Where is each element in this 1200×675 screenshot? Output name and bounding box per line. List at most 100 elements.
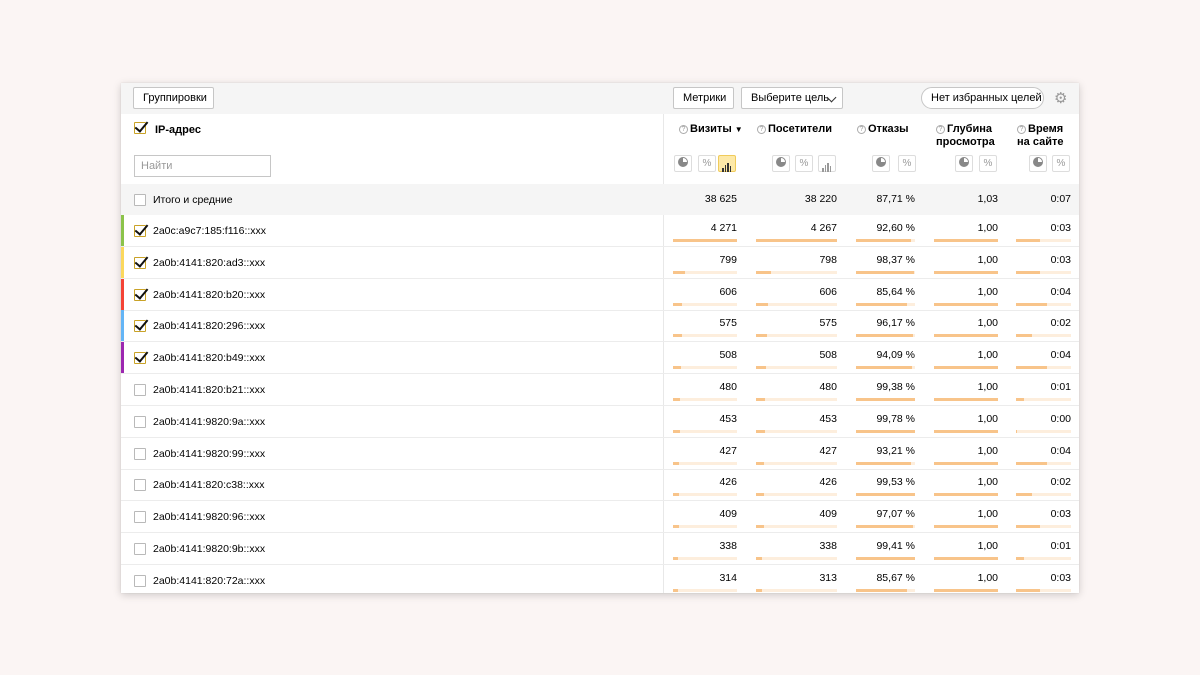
percent-view-button[interactable]: % <box>979 155 997 172</box>
column-header-3[interactable]: ? Глубина просмотра <box>936 123 995 149</box>
totals-checkbox[interactable] <box>134 194 146 206</box>
row-checkbox[interactable] <box>134 543 146 555</box>
column-header-2[interactable]: ? Отказы <box>857 123 909 136</box>
column-header-0[interactable]: ? Визиты ▼ <box>679 123 743 136</box>
help-icon[interactable]: ? <box>936 125 945 134</box>
row-checkbox[interactable] <box>134 320 146 333</box>
row-checkbox[interactable] <box>134 574 146 587</box>
metric-bar-track <box>756 557 837 560</box>
table-row[interactable]: 2a0b:4141:820:b49::xxx 508 508 94,09 % 1,00 0… <box>121 342 1079 375</box>
percent-view-button[interactable]: % <box>698 155 716 172</box>
metric-bar-track <box>673 493 737 497</box>
help-icon[interactable]: ? <box>1017 125 1026 134</box>
bar-chart-icon[interactable] <box>718 155 736 172</box>
pie-chart-icon[interactable] <box>872 155 890 172</box>
metric-value: 99,41 % <box>876 540 915 552</box>
pie-chart-icon[interactable] <box>1029 155 1047 172</box>
metric-bar-track <box>673 366 737 370</box>
metrics-button[interactable]: Метрики <box>673 87 734 109</box>
metric-bar-fill <box>856 239 911 242</box>
search-input[interactable] <box>134 155 271 177</box>
metric-value: 0:03 <box>1050 253 1071 266</box>
row-checkbox[interactable] <box>134 288 146 301</box>
percent-view-button[interactable]: % <box>795 155 813 172</box>
metric-value: 427 <box>819 444 837 457</box>
metric-bar-track <box>856 461 915 465</box>
metric-value: 99,53 % <box>876 476 915 489</box>
gear-icon[interactable]: ⚙ <box>1054 91 1067 106</box>
row-checkbox[interactable] <box>134 447 146 460</box>
row-checkbox[interactable] <box>134 479 146 492</box>
metric-bar-fill <box>856 302 907 306</box>
table-row[interactable]: 2a0b:4141:820:b20::xxx 606 606 85,64 % 1,00 0… <box>121 278 1079 311</box>
metric-bar-fill <box>673 239 737 242</box>
metric-value: 575 <box>819 317 837 330</box>
table-row[interactable]: 2a0b:4141:820:ad3::xxx 799 798 98,37 % 1,00 0… <box>121 246 1079 279</box>
table-row[interactable]: 2a0b:4141:9820:96::xxx 409 409 97,07 % 1,00 0… <box>121 501 1079 534</box>
table-row[interactable]: 2a0b:4141:9820:99::xxx 427 427 93,21 % 1,00 0… <box>121 438 1079 470</box>
metric-value: 1,00 <box>977 571 998 584</box>
metric-bar-fill <box>756 557 762 560</box>
table-row[interactable]: 2a0b:4141:9820:9b::xxx 338 338 99,41 % 1,00 0… <box>121 533 1079 565</box>
metric-bar-fill <box>756 493 764 497</box>
metric-bar-fill <box>934 557 998 560</box>
goal-select[interactable]: Выберите цель <box>741 87 843 109</box>
metric-bar-fill <box>673 334 682 338</box>
row-checkbox[interactable] <box>134 384 146 396</box>
percent-view-button[interactable]: % <box>1052 155 1070 172</box>
metric-bar-fill <box>756 270 771 274</box>
help-icon[interactable]: ? <box>679 125 688 134</box>
row-checkbox[interactable] <box>134 511 146 524</box>
percent-view-button[interactable]: % <box>898 155 916 172</box>
table-row[interactable]: 2a0b:4141:820:296::xxx 575 575 96,17 % 1,00 0… <box>121 310 1079 343</box>
metric-value: 0:04 <box>1050 349 1071 362</box>
favorite-goals-button[interactable]: Нет избранных целей <box>921 87 1044 109</box>
metric-bar-track <box>1016 334 1071 338</box>
metric-bar-track <box>1016 493 1071 497</box>
series-color-stripe <box>121 342 124 374</box>
percent-label: % <box>1056 158 1066 169</box>
dimension-checkbox[interactable] <box>134 122 146 134</box>
help-icon[interactable]: ? <box>857 125 866 134</box>
percent-label: % <box>799 158 809 169</box>
groupings-button[interactable]: Группировки <box>133 87 214 109</box>
table-row[interactable]: 2a0b:4141:9820:9a::xxx 453 453 99,78 % 1,00 0… <box>121 406 1079 438</box>
metric-bar-track <box>1016 239 1071 242</box>
metric-bar-track <box>756 588 837 592</box>
column-header-sublabel: на сайте <box>1017 136 1064 148</box>
column-header-4[interactable]: ? Время на сайте <box>1017 123 1063 149</box>
metric-value: 313 <box>819 571 837 584</box>
metric-value: 480 <box>819 381 837 393</box>
table-row[interactable]: 2a0c:a9c7:185:f116::xxx 4 271 4 267 92,60 %… <box>121 215 1079 247</box>
table-row[interactable]: 2a0b:4141:820:b21::xxx 480 480 99,38 % 1,00 0… <box>121 374 1079 406</box>
metric-bar-fill <box>856 525 913 529</box>
row-checkbox[interactable] <box>134 352 146 365</box>
table-row[interactable]: 2a0b:4141:820:72a::xxx 314 313 85,67 % 1,00 0… <box>121 565 1079 593</box>
pie-chart-icon[interactable] <box>955 155 973 172</box>
totals-row: Итого и средние 38 625 38 220 87,71 % 1,03 0:… <box>121 184 1079 215</box>
metric-bar-fill <box>856 461 911 465</box>
metric-bar-track <box>673 525 737 529</box>
metric-bar-track <box>673 461 737 465</box>
column-header-1[interactable]: ? Посетители <box>757 123 832 136</box>
help-icon[interactable]: ? <box>757 125 766 134</box>
metric-bar-track <box>1016 557 1071 560</box>
pie-chart-icon[interactable] <box>772 155 790 172</box>
metric-value: 94,09 % <box>876 349 915 362</box>
bar-chart-icon[interactable] <box>818 155 836 172</box>
metric-value: 0:00 <box>1050 412 1071 425</box>
dimension-title: IP-адрес <box>155 124 201 136</box>
row-checkbox[interactable] <box>134 256 146 269</box>
sort-desc-icon[interactable]: ▼ <box>735 125 743 134</box>
metric-value: 575 <box>719 317 737 330</box>
table-row[interactable]: 2a0b:4141:820:c38::xxx 426 426 99,53 % 1,00 0… <box>121 469 1079 502</box>
pie-chart-icon[interactable] <box>674 155 692 172</box>
row-checkbox[interactable] <box>134 415 146 428</box>
metric-bar-fill <box>1016 557 1024 560</box>
metric-bar-fill <box>856 366 912 370</box>
row-checkbox[interactable] <box>134 225 146 237</box>
metric-value: 0:02 <box>1050 476 1071 489</box>
totals-value: 1,03 <box>977 193 998 205</box>
metric-value: 1,00 <box>977 222 998 234</box>
metric-bar-fill <box>756 429 765 433</box>
